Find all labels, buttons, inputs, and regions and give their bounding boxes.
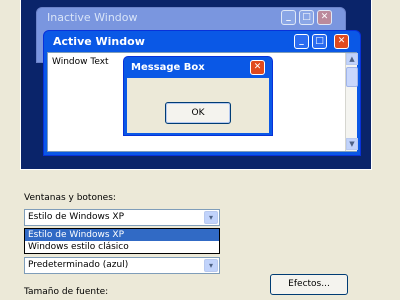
scroll-up-icon: ▲ bbox=[346, 53, 358, 65]
message-box-title: Message Box bbox=[131, 62, 205, 73]
message-box-body: OK bbox=[127, 78, 269, 133]
window-text: Window Text bbox=[52, 57, 109, 67]
chevron-down-icon[interactable]: ▾ bbox=[204, 259, 218, 272]
minimize-icon: _ bbox=[294, 34, 309, 49]
chevron-down-icon[interactable]: ▾ bbox=[204, 211, 218, 224]
style-dropdown-list: Estilo de Windows XP Windows estilo clás… bbox=[24, 228, 220, 254]
active-window-title: Active Window bbox=[53, 35, 145, 48]
color-scheme-select[interactable]: Predeterminado (azul) ▾ bbox=[24, 257, 220, 274]
close-icon: ✕ bbox=[317, 10, 332, 25]
windows-buttons-label: Ventanas y botones: bbox=[24, 193, 116, 203]
style-select[interactable]: Estilo de Windows XP ▾ bbox=[24, 209, 220, 226]
maximize-icon: □ bbox=[312, 34, 327, 49]
style-option-xp[interactable]: Estilo de Windows XP bbox=[25, 229, 219, 241]
inactive-window-title: Inactive Window bbox=[47, 11, 138, 24]
scroll-thumb bbox=[346, 67, 358, 87]
maximize-icon: □ bbox=[299, 10, 314, 25]
preview-scrollbar: ▲ ▼ bbox=[345, 53, 358, 151]
font-size-label: Tamaño de fuente: bbox=[24, 287, 109, 297]
effects-button[interactable]: Efectos... bbox=[270, 274, 348, 295]
style-select-value: Estilo de Windows XP bbox=[28, 212, 125, 222]
scroll-down-icon: ▼ bbox=[346, 138, 358, 150]
close-icon: ✕ bbox=[334, 34, 349, 49]
close-icon: ✕ bbox=[250, 60, 265, 75]
ok-button: OK bbox=[165, 102, 231, 124]
style-option-classic[interactable]: Windows estilo clásico bbox=[25, 241, 219, 253]
message-box: Message Box ✕ OK bbox=[123, 56, 273, 136]
color-scheme-value: Predeterminado (azul) bbox=[28, 260, 129, 270]
minimize-icon: _ bbox=[281, 10, 296, 25]
